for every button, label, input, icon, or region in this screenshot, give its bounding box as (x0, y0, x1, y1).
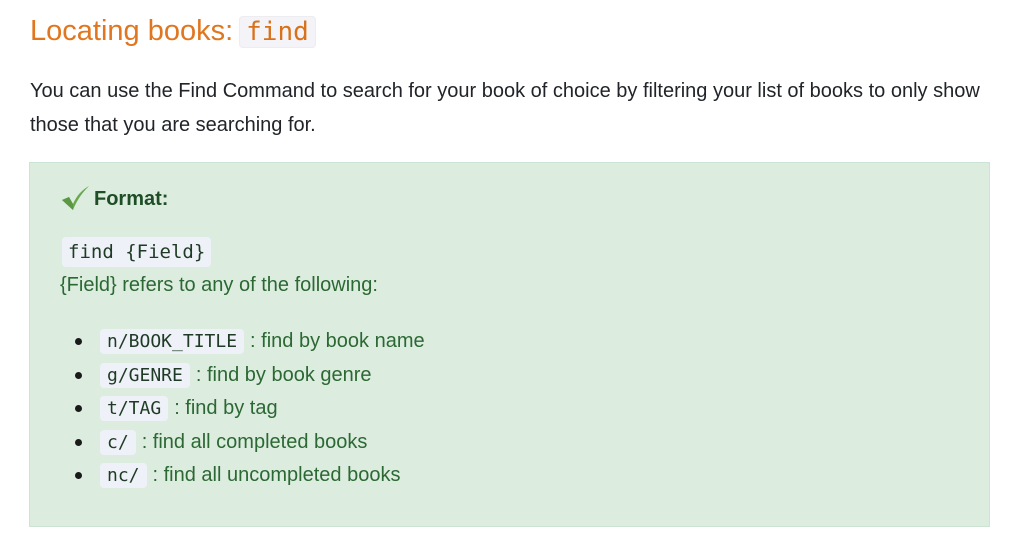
option-code: t/TAG (100, 396, 169, 421)
bullet (75, 371, 82, 379)
option-code: c/ (100, 429, 136, 455)
list-item: n/BOOK_TITLE: find by book name (60, 325, 425, 359)
bullet (75, 438, 82, 446)
option-description: : find by book name (250, 330, 425, 352)
option-description: : find all uncompleted books (152, 464, 401, 486)
bullet (75, 472, 82, 479)
field-description: {Field} refers to any of the following: (60, 274, 378, 296)
list-item: g/GENRE: find by book genre (60, 359, 425, 393)
format-title-row: Format: (60, 185, 168, 213)
intro-paragraph: You can use the Find Command to search f… (30, 80, 980, 136)
section-heading: Locating books: find (30, 11, 316, 52)
option-description: : find by tag (174, 397, 278, 419)
list-item: nc/: find all uncompleted books (60, 459, 425, 493)
option-description: : find all completed books (141, 430, 368, 453)
option-description: : find by book genre (195, 363, 372, 386)
heading-command-code: find (239, 16, 316, 48)
option-code: g/GENRE (100, 362, 190, 388)
bullet (75, 405, 82, 412)
heading-text: Locating books: (30, 15, 234, 47)
list-item: t/TAG: find by tag (60, 392, 425, 426)
check-icon (60, 185, 90, 211)
format-title: Format: (94, 188, 169, 210)
option-code: n/BOOK_TITLE (100, 329, 245, 354)
format-box: Format: find {Field} {Field} refers to a… (29, 162, 990, 527)
bullet (75, 338, 82, 345)
option-code: nc/ (100, 463, 147, 488)
field-options-list: n/BOOK_TITLE: find by book name g/GENRE:… (60, 325, 425, 493)
syntax-code: find {Field} (62, 237, 212, 267)
list-item: c/: find all completed books (60, 426, 425, 460)
